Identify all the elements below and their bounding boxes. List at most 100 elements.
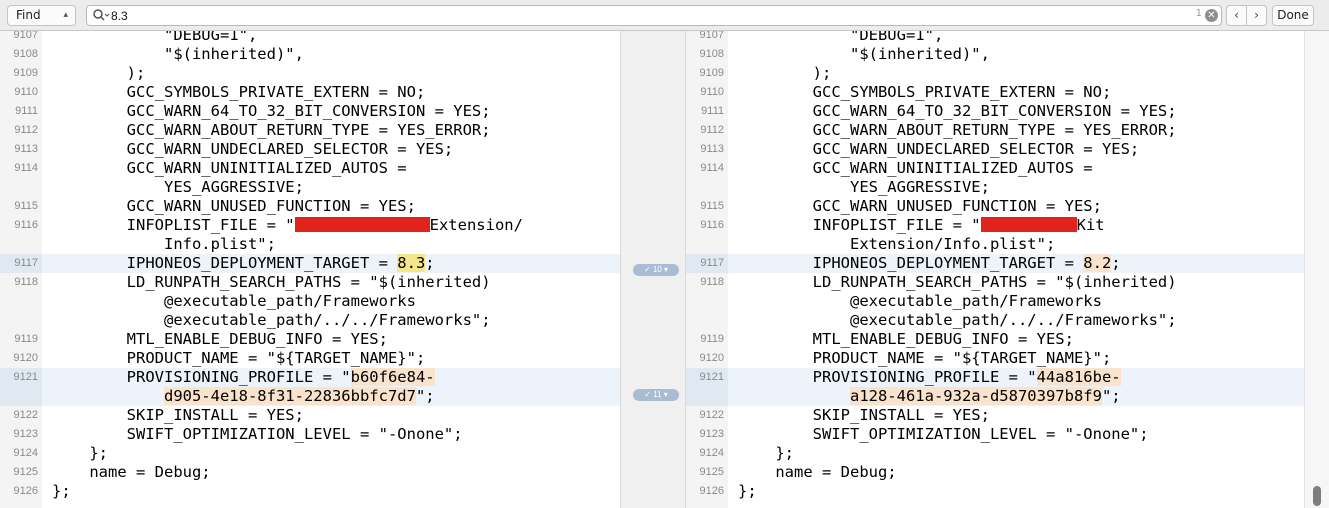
- code-segment: );: [738, 64, 832, 82]
- code-text: "$(inherited)",: [52, 45, 304, 64]
- code-line: Info.plist";: [0, 235, 620, 254]
- code-line: @executable_path/Frameworks: [0, 292, 620, 311]
- code-segment: GCC_WARN_ABOUT_RETURN_TYPE = YES_ERROR;: [738, 121, 1177, 139]
- chevron-down-icon: ▾: [663, 390, 668, 399]
- code-text: };: [52, 482, 71, 501]
- vertical-scrollbar[interactable]: [1304, 31, 1329, 508]
- code-line: 9117 IPHONEOS_DEPLOYMENT_TARGET = 8.2;: [686, 254, 1304, 273]
- line-number: 9114: [700, 162, 724, 174]
- code-text: name = Debug;: [52, 463, 210, 482]
- code-text: GCC_WARN_ABOUT_RETURN_TYPE = YES_ERROR;: [52, 121, 491, 140]
- code-line: 9126};: [686, 482, 1304, 501]
- line-number: 9119: [700, 333, 724, 345]
- right-code-pane[interactable]: 9107 "DEBUG=1", 9108 "$(inherited)", 9109 …: [686, 31, 1304, 508]
- code-text: a128-461a-932a-d5870397b8f9";: [738, 387, 1121, 406]
- code-segment: LD_RUNPATH_SEARCH_PATHS = "$(inherited): [738, 273, 1177, 291]
- line-number: 9125: [699, 466, 724, 478]
- code-line: @executable_path/../../Frameworks";: [0, 311, 620, 330]
- code-text: LD_RUNPATH_SEARCH_PATHS = "$(inherited): [52, 273, 491, 292]
- line-number: 9126: [699, 485, 724, 497]
- code-segment: YES_AGGRESSIVE;: [52, 178, 304, 196]
- code-segment: };: [738, 444, 794, 462]
- search-input[interactable]: [111, 7, 1111, 24]
- code-text: );: [52, 64, 146, 83]
- code-text: GCC_SYMBOLS_PRIVATE_EXTERN = NO;: [738, 83, 1112, 102]
- code-segment: PRODUCT_NAME = "${TARGET_NAME}";: [52, 349, 426, 367]
- code-segment: GCC_SYMBOLS_PRIVATE_EXTERN = NO;: [52, 83, 426, 101]
- done-button[interactable]: Done: [1272, 5, 1314, 26]
- code-text: @executable_path/../../Frameworks";: [52, 311, 491, 330]
- code-line: 9111 GCC_WARN_64_TO_32_BIT_CONVERSION = …: [0, 102, 620, 121]
- code-segment: GCC_WARN_UNINITIALIZED_AUTOS =: [52, 159, 407, 177]
- redaction-block: [294, 217, 430, 232]
- code-text: GCC_WARN_ABOUT_RETURN_TYPE = YES_ERROR;: [738, 121, 1177, 140]
- code-line: 9111 GCC_WARN_64_TO_32_BIT_CONVERSION = …: [686, 102, 1304, 121]
- code-text: GCC_WARN_UNINITIALIZED_AUTOS =: [738, 159, 1093, 178]
- code-text: @executable_path/Frameworks: [738, 292, 1102, 311]
- find-mode-label: Find: [16, 8, 41, 22]
- code-line: 9123 SWIFT_OPTIMIZATION_LEVEL = "-Onone"…: [0, 425, 620, 444]
- line-number: 9122: [13, 409, 38, 421]
- code-text: SKIP_INSTALL = YES;: [738, 406, 990, 425]
- code-text: SWIFT_OPTIMIZATION_LEVEL = "-Onone";: [738, 425, 1149, 444]
- code-segment: @executable_path/Frameworks: [52, 292, 416, 310]
- chevron-updown-icon: ▴: [63, 10, 68, 20]
- code-text: GCC_WARN_UNINITIALIZED_AUTOS =: [52, 159, 407, 178]
- code-text: };: [738, 444, 794, 463]
- code-segment: INFOPLIST_FILE = ": [738, 216, 981, 234]
- match-count: 1: [1195, 8, 1202, 19]
- code-segment: GCC_WARN_UNUSED_FUNCTION = YES;: [52, 197, 416, 215]
- code-segment: SWIFT_OPTIMIZATION_LEVEL = "-Onone";: [52, 425, 463, 443]
- code-line: 9113 GCC_WARN_UNDECLARED_SELECTOR = YES;: [0, 140, 620, 159]
- chevron-left-icon: ‹: [1234, 8, 1239, 22]
- code-text: "DEBUG=1",: [52, 31, 257, 45]
- code-line: @executable_path/../../Frameworks";: [686, 311, 1304, 330]
- code-segment: SKIP_INSTALL = YES;: [52, 406, 304, 424]
- line-number: 9112: [14, 124, 38, 136]
- next-match-button[interactable]: ›: [1246, 5, 1267, 26]
- code-segment: "DEBUG=1",: [52, 31, 258, 44]
- line-number: 9107: [699, 31, 724, 41]
- clear-icon[interactable]: ✕: [1205, 9, 1218, 22]
- find-mode-selector[interactable]: Find ▴: [7, 5, 76, 26]
- code-segment: ";: [415, 387, 435, 405]
- code-line: 9110 GCC_SYMBOLS_PRIVATE_EXTERN = NO;: [686, 83, 1304, 102]
- diff-marker-10[interactable]: ✓ 10 ▾: [633, 264, 679, 276]
- left-code-pane[interactable]: 9107 "DEBUG=1", 9108 "$(inherited)", 9109 …: [0, 31, 620, 508]
- code-line: 9125 name = Debug;: [0, 463, 620, 482]
- find-bar: Find ▴ 1 ✕ ‹ › Done: [0, 0, 1329, 31]
- code-text: name = Debug;: [738, 463, 896, 482]
- provisioning-profile-value: 44a816be-: [1036, 368, 1121, 386]
- code-segment: };: [52, 482, 71, 500]
- line-number: 9118: [700, 276, 724, 288]
- code-segment: @executable_path/Frameworks: [738, 292, 1102, 310]
- code-segment: "$(inherited)",: [52, 45, 304, 63]
- code-line: 9116 INFOPLIST_FILE = " Extension/: [0, 216, 620, 235]
- line-number: 9109: [13, 67, 38, 79]
- code-line: 9118 LD_RUNPATH_SEARCH_PATHS = "$(inheri…: [686, 273, 1304, 292]
- line-number: 9126: [13, 485, 38, 497]
- deployment-target-value: 8.3: [397, 254, 426, 272]
- code-text: SWIFT_OPTIMIZATION_LEVEL = "-Onone";: [52, 425, 463, 444]
- code-text: "$(inherited)",: [738, 45, 990, 64]
- code-line: 9109 );: [686, 64, 1304, 83]
- code-line: 9121 PROVISIONING_PROFILE = "b60f6e84-: [0, 368, 620, 387]
- code-segment: YES_AGGRESSIVE;: [738, 178, 990, 196]
- diff-marker-11[interactable]: ✓ 11 ▾: [633, 389, 679, 401]
- code-text: GCC_WARN_64_TO_32_BIT_CONVERSION = YES;: [52, 102, 491, 121]
- search-field[interactable]: 1 ✕: [86, 5, 1222, 26]
- previous-match-button[interactable]: ‹: [1226, 5, 1247, 26]
- code-text: PROVISIONING_PROFILE = "b60f6e84-: [52, 368, 435, 387]
- code-segment: MTL_ENABLE_DEBUG_INFO = YES;: [52, 330, 388, 348]
- code-line: 9124 };: [686, 444, 1304, 463]
- provisioning-profile-value: d905-4e18-8f31-22836bbfc7d7: [163, 387, 416, 405]
- line-number: 9109: [699, 67, 724, 79]
- code-text: IPHONEOS_DEPLOYMENT_TARGET = 8.3;: [52, 254, 435, 273]
- code-segment: );: [52, 64, 146, 82]
- code-segment: ;: [1111, 254, 1121, 272]
- code-segment: IPHONEOS_DEPLOYMENT_TARGET =: [52, 254, 398, 272]
- scroll-thumb[interactable]: [1313, 486, 1321, 506]
- search-icon[interactable]: [92, 7, 110, 24]
- checkmark-icon: ✓: [644, 390, 651, 399]
